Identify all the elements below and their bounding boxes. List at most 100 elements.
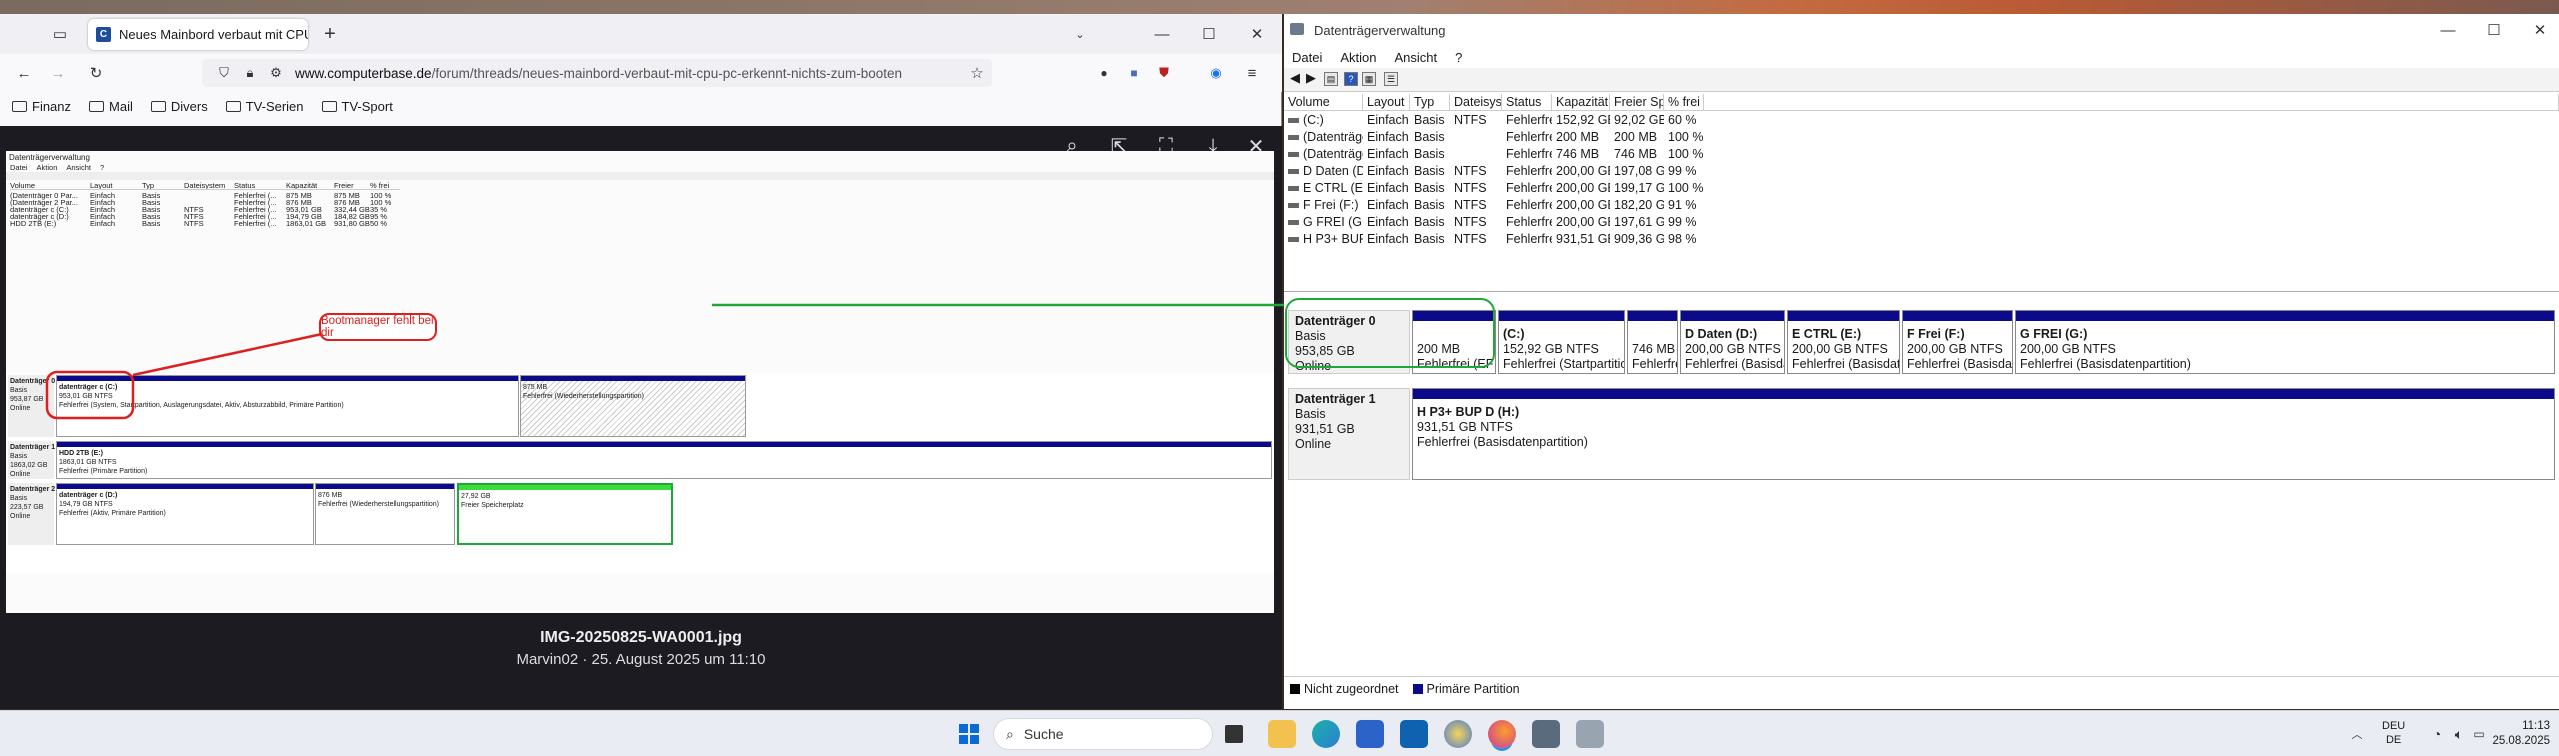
disk-management-taskbar-icon[interactable] xyxy=(1576,720,1604,748)
bookmark-star-icon[interactable]: ☆ xyxy=(965,61,989,85)
dm-partition[interactable]: D Daten (D:) 200,00 GB NTFS Fehlerfrei (Ba… xyxy=(1680,310,1785,374)
bookmark-label: TV-Serien xyxy=(245,98,304,114)
minimize-icon[interactable]: — xyxy=(1150,22,1174,46)
dm-volume-row[interactable]: E CTRL (E:) Einfach Basis NTFS Fehlerfrei (.… xyxy=(1284,180,2559,197)
partition-status: Fehlerfrei (Basisdatenpartition) xyxy=(1417,435,1588,449)
partition-size: 152,92 GB NTFS xyxy=(1503,342,1599,356)
dm-back-icon[interactable]: ◀ xyxy=(1288,71,1302,86)
dm-menu-help[interactable]: ? xyxy=(1455,50,1462,65)
folder-icon xyxy=(225,100,241,112)
dm-volume-cell: Basis xyxy=(1410,129,1450,146)
firefox-icon[interactable] xyxy=(1488,720,1516,748)
shield-icon[interactable]: ⛉ xyxy=(212,61,236,85)
url-bar[interactable]: www.computerbase.de/forum/threads/neues-… xyxy=(202,59,992,87)
dm-volume-row[interactable]: G FREI (G:) Einfach Basis NTFS Fehlerfrei (.… xyxy=(1284,214,2559,231)
bookmark-mail[interactable]: Mail xyxy=(89,99,133,114)
dm-volume-cell: (Datenträger 0 Par... xyxy=(1284,129,1363,146)
file-explorer-icon[interactable] xyxy=(1268,720,1296,748)
wifi-icon[interactable]: ◔ xyxy=(2425,722,2449,746)
dm-volume-row[interactable]: (C:) Einfach Basis NTFS Fehlerfrei (... 152,9… xyxy=(1284,112,2559,129)
dm-menu-datei[interactable]: Datei xyxy=(1292,50,1322,65)
new-tab-icon[interactable]: + xyxy=(318,22,342,46)
bookmark-tv-serien[interactable]: TV-Serien xyxy=(225,98,304,114)
dm-partition[interactable]: 746 MBFehlerfrei (Wiede xyxy=(1627,310,1678,374)
windows-start-icon[interactable] xyxy=(955,720,983,748)
dm-cell-text: 909,36 GB xyxy=(1614,232,1664,246)
dm-volume-cell: G FREI (G:) xyxy=(1284,214,1363,231)
image-caption-title: IMG-20250825-WA0001.jpg xyxy=(540,629,742,646)
dm-cell-text: D Daten (D:) xyxy=(1303,164,1363,178)
dm-partition-h[interactable]: H P3+ BUP D (H:) 931,51 GB NTFS Fehlerfrei… xyxy=(1412,388,2555,480)
dm-volume-row[interactable]: D Daten (D:) Einfach Basis NTFS Fehlerfrei (… xyxy=(1284,163,2559,180)
dm-partition[interactable]: F Frei (F:) 200,00 GB NTFS Fehlerfrei (Bas… xyxy=(1902,310,2013,374)
dm-volume-cell: 100 % xyxy=(1664,180,1704,197)
dm-list-icon[interactable]: ☰ xyxy=(1384,72,1398,86)
dm-col-header[interactable]: Layout xyxy=(1363,94,1410,111)
tab-overview-icon[interactable]: ▭ xyxy=(48,22,72,46)
list-tabs-icon[interactable]: ⌄ xyxy=(1068,22,1092,46)
clock-time: 11:13 xyxy=(2522,720,2550,732)
dm-col-header[interactable]: Volume xyxy=(1284,94,1363,111)
reload-icon[interactable]: ↻ xyxy=(84,61,108,85)
dm-volume-cell: 746 MB xyxy=(1610,146,1664,163)
tray-chevron-icon[interactable]: ︿ xyxy=(2345,722,2369,746)
bookmark-finanz[interactable]: Finanz xyxy=(12,99,71,114)
dm-disk1-label[interactable]: Datenträger 1 Basis 931,51 GB Online xyxy=(1288,388,1410,480)
dm-console-icon[interactable]: ▤ xyxy=(1324,72,1338,86)
dm-cell-text: 98 % xyxy=(1668,232,1697,246)
dm-cell-text: 200,00 GB xyxy=(1556,215,1610,229)
dm-partition[interactable]: G FREI (G:) 200,00 GB NTFS Fehlerfrei (Bas… xyxy=(2015,310,2555,374)
dm-volume-row[interactable]: F Frei (F:) Einfach Basis NTFS Fehlerfrei (.… xyxy=(1284,197,2559,214)
extension-ublock-icon[interactable]: ⛊ xyxy=(1152,61,1176,85)
store-icon[interactable] xyxy=(1356,720,1384,748)
dm-col-header[interactable]: Dateisystem xyxy=(1450,94,1502,111)
extension-c-icon[interactable]: ● xyxy=(1092,61,1116,85)
close-window-icon[interactable]: ✕ xyxy=(1245,22,1269,46)
dm-menu-aktion[interactable]: Aktion xyxy=(1340,50,1376,65)
dm-maximize-icon[interactable]: ☐ xyxy=(2482,18,2506,42)
dm-volume-row[interactable]: (Datenträger 0 Par... Einfach Basis Fehlerf… xyxy=(1284,129,2559,146)
dm-menubar: Datei Aktion Ansicht ? xyxy=(1284,46,2559,68)
dm-col-header[interactable]: Freier Sp... xyxy=(1610,94,1664,111)
bookmark-divers[interactable]: Divers xyxy=(150,99,208,114)
menu-icon[interactable]: ≡ xyxy=(1240,61,1264,85)
extension-blue-icon[interactable]: ◉ xyxy=(1204,61,1228,85)
edge-icon[interactable] xyxy=(1312,720,1340,748)
dm-close-icon[interactable]: ✕ xyxy=(2528,18,2552,42)
task-view-icon[interactable] xyxy=(1225,725,1243,743)
dm-cell-text: F Frei (F:) xyxy=(1303,198,1359,212)
clock[interactable]: 11:13 25.08.2025 xyxy=(2490,719,2550,749)
forward-icon[interactable]: → xyxy=(46,61,70,85)
outlook-icon[interactable] xyxy=(1400,720,1428,748)
permissions-icon[interactable]: ⚙ xyxy=(264,61,288,85)
extension-lock-icon[interactable]: ■ xyxy=(1122,61,1146,85)
taskbar-search[interactable]: ⌕ Suche xyxy=(993,718,1213,750)
partition-status: Fehlerfrei (Basisdatenpartition) xyxy=(1792,357,1899,371)
dm-titlebar: Datenträgerverwaltung — ☐ ✕ xyxy=(1284,14,2559,46)
green-highlight-circle xyxy=(1285,298,1495,368)
back-icon[interactable]: ← xyxy=(12,61,36,85)
settings-app-icon[interactable] xyxy=(1444,720,1472,748)
dm-help-icon[interactable]: ? xyxy=(1344,72,1358,86)
bookmark-tv-sport[interactable]: TV-Sport xyxy=(321,99,393,114)
dm-col-header[interactable]: % frei xyxy=(1664,94,1704,111)
dm-properties-icon[interactable]: ▦ xyxy=(1362,72,1376,86)
dm-col-header[interactable]: Typ xyxy=(1410,94,1450,111)
battery-icon[interactable]: ▭ xyxy=(2467,722,2491,746)
maximize-icon[interactable]: ☐ xyxy=(1197,22,1221,46)
dm-volume-row[interactable]: (Datenträger 0 Par... Einfach Basis Fehlerf… xyxy=(1284,146,2559,163)
keyboard-layout[interactable]: DEU DE xyxy=(2382,719,2405,747)
clock-date: 25.08.2025 xyxy=(2492,735,2550,747)
dm-col-header[interactable]: Kapazität xyxy=(1552,94,1610,111)
dm-volume-row[interactable]: H P3+ BUP D (H:) Einfach Basis NTFS Fehlerfr… xyxy=(1284,231,2559,248)
dm-partition[interactable]: (C:) 152,92 GB NTFS Fehlerfrei (Startparti… xyxy=(1498,310,1625,374)
volume-icon xyxy=(1288,135,1299,141)
dm-partition[interactable]: E CTRL (E:) 200,00 GB NTFS Fehlerfrei (Bas… xyxy=(1787,310,1900,374)
dm-menu-ansicht[interactable]: Ansicht xyxy=(1395,50,1438,65)
dm-forward-icon[interactable]: ▶ xyxy=(1304,71,1318,86)
dm-col-header[interactable]: Status xyxy=(1502,94,1552,111)
dm-minimize-icon[interactable]: — xyxy=(2436,18,2460,42)
dm-volume-cell: H P3+ BUP D (H:) xyxy=(1284,231,1363,248)
tab-active[interactable]: C Neues Mainbord verbaut mit CPU ✕ xyxy=(88,19,308,50)
app-icon-1[interactable] xyxy=(1532,720,1560,748)
